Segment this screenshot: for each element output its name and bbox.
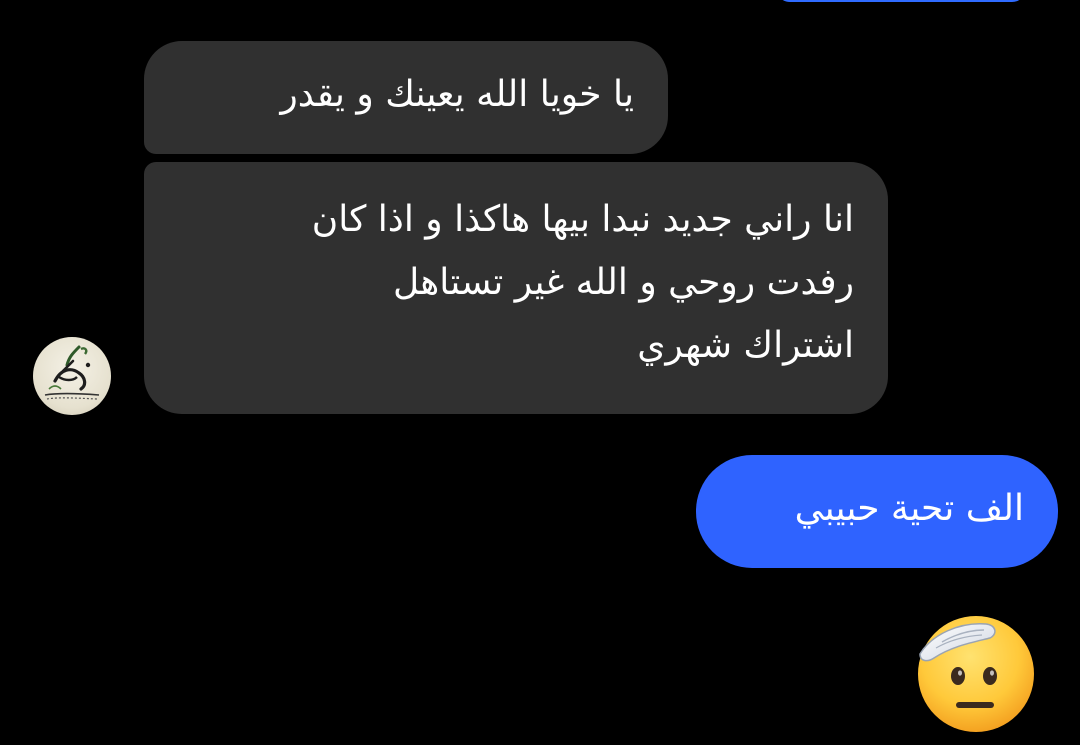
outgoing-message[interactable]: الف تحية حبيبي xyxy=(696,455,1058,568)
incoming-message-2[interactable]: انا راني جديد نبدا بيها هاكذا و اذا كان … xyxy=(144,162,888,414)
calligraphy-avatar-icon xyxy=(44,345,100,400)
chat-thread[interactable]: يا خويا الله يعينك و يقدر انا راني جديد … xyxy=(0,0,1080,745)
incoming-message-1[interactable]: يا خويا الله يعينك و يقدر xyxy=(144,41,668,154)
message-text: الف تحية حبيبي xyxy=(794,488,1024,529)
contact-avatar[interactable] xyxy=(33,337,111,415)
saluting-face-emoji[interactable] xyxy=(912,612,1036,736)
message-line: رفدت روحي و الله غير تستاهل xyxy=(393,262,854,303)
saluting-face-icon xyxy=(918,616,1034,732)
message-line: اشتراك شهري xyxy=(637,325,854,366)
message-text: يا خويا الله يعينك و يقدر xyxy=(280,74,634,115)
previous-outgoing-bubble[interactable] xyxy=(776,0,1026,2)
message-line: انا راني جديد نبدا بيها هاكذا و اذا كان xyxy=(311,199,854,240)
